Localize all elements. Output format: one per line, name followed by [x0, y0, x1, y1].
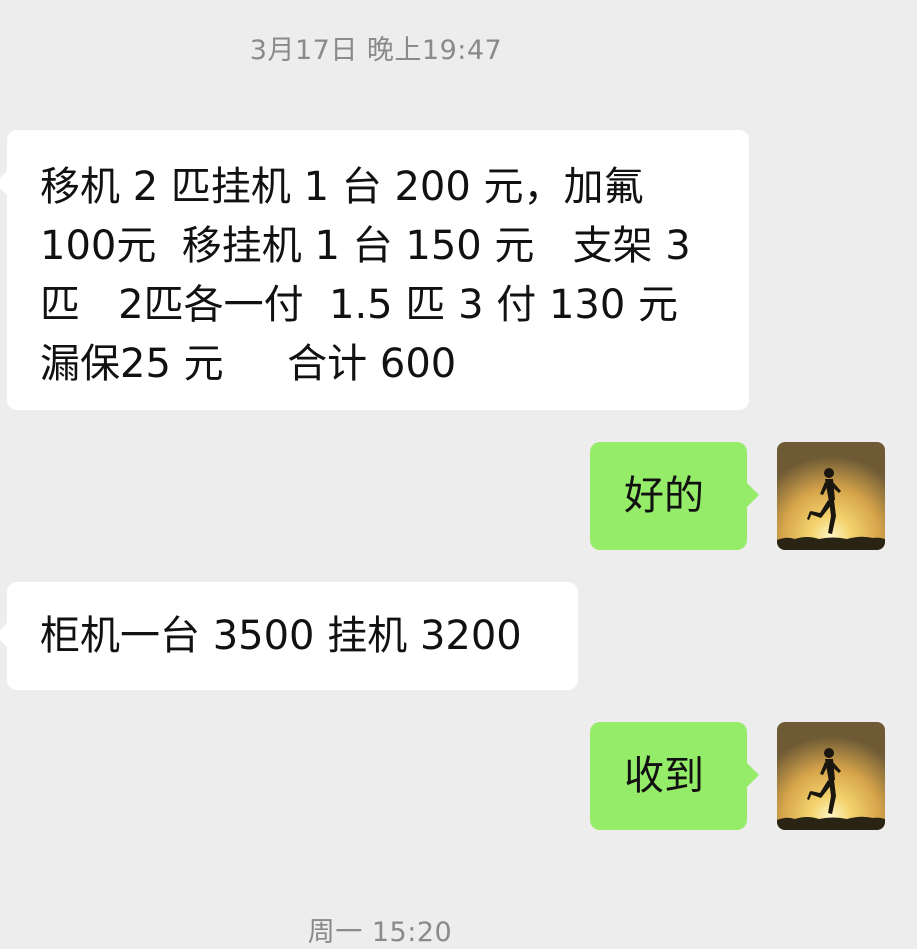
outgoing-message-bubble[interactable]: 收到 [590, 722, 759, 830]
message-text: 柜机一台 3500 挂机 3200 [40, 613, 522, 659]
message-text: 好的 [624, 473, 704, 519]
runner-sunset-avatar-icon[interactable] [777, 722, 885, 830]
timestamp-divider: 周一 15:20 [307, 917, 453, 948]
timestamp-divider: 3月17日 晚上19:47 [249, 35, 503, 66]
incoming-message-bubble[interactable]: 移机 2 匹挂机 1 台 200 元，加氟 100元 移挂机 1 台 150 元… [0, 130, 749, 410]
incoming-message-bubble[interactable]: 柜机一台 3500 挂机 3200 [0, 582, 578, 690]
outgoing-message-bubble[interactable]: 好的 [590, 442, 759, 550]
message-text: 移机 2 匹挂机 1 台 200 元，加氟 100元 移挂机 1 台 150 元… [40, 164, 691, 387]
runner-sunset-avatar-icon[interactable] [777, 442, 885, 550]
message-text: 收到 [624, 753, 704, 799]
